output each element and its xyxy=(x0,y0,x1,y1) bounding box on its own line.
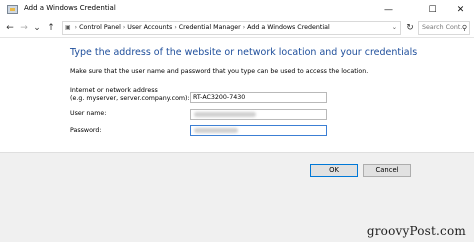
breadcrumb-user-accounts[interactable]: User Accounts xyxy=(127,22,172,34)
chevron-right-icon: › xyxy=(122,24,126,31)
breadcrumb-credential-manager[interactable]: Credential Manager xyxy=(179,22,241,34)
address-label-line1: Internet or network address xyxy=(70,87,158,94)
close-button[interactable]: ✕ xyxy=(448,0,473,20)
button-footer: OK Cancel groovyPost.com xyxy=(0,152,474,242)
refresh-button[interactable]: ↻ xyxy=(404,21,416,35)
watermark: groovyPost.com xyxy=(366,224,466,238)
page-description: Make sure that the user name and passwor… xyxy=(70,68,369,75)
credential-manager-icon xyxy=(7,5,18,14)
username-label: User name: xyxy=(70,110,107,117)
back-button[interactable]: ← xyxy=(4,21,16,35)
address-field[interactable]: RT-AC3200-7430 xyxy=(190,92,327,103)
search-placeholder: Search Cont... xyxy=(422,24,467,31)
recent-locations-button[interactable]: ⌄ xyxy=(31,21,43,35)
minimize-button[interactable]: — xyxy=(376,0,401,20)
cancel-button[interactable]: Cancel xyxy=(363,164,411,177)
up-button[interactable]: ↑ xyxy=(45,21,57,35)
ok-button[interactable]: OK xyxy=(310,164,358,177)
window-title: Add a Windows Credential xyxy=(24,4,116,12)
breadcrumb[interactable]: ▣ › Control Panel › User Accounts › Credential… xyxy=(62,21,401,35)
password-label: Password: xyxy=(70,127,102,134)
page-heading: Type the address of the website or netwo… xyxy=(70,47,418,58)
chevron-right-icon: › xyxy=(174,24,177,31)
maximize-button[interactable]: ☐ xyxy=(420,0,445,20)
chevron-right-icon: › xyxy=(74,24,78,31)
control-panel-icon: ▣ xyxy=(65,24,71,31)
breadcrumb-add-windows-credential[interactable]: Add a Windows Credential xyxy=(247,22,330,34)
breadcrumb-control-panel[interactable]: Control Panel xyxy=(79,22,121,34)
username-field[interactable] xyxy=(190,109,327,120)
chevron-down-icon[interactable]: ⌄ xyxy=(392,22,397,34)
title-bar: Add a Windows Credential — ☐ ✕ xyxy=(0,0,474,20)
address-label-line2: (e.g. myserver, server.company.com): xyxy=(70,95,190,102)
redacted-password xyxy=(194,128,238,133)
forward-button[interactable]: → xyxy=(18,21,30,35)
chevron-right-icon: › xyxy=(242,24,246,31)
redacted-username xyxy=(194,112,256,117)
address-bar-row: ← → ⌄ ↑ ▣ › Control Panel › User Accounts › Cr… xyxy=(0,20,474,38)
search-icon[interactable]: ⚲ xyxy=(462,22,467,34)
search-input[interactable]: Search Cont... ⚲ xyxy=(418,21,470,35)
password-field[interactable] xyxy=(190,125,327,136)
